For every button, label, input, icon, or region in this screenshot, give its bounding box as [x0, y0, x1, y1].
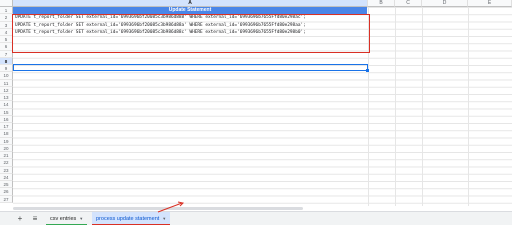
row-header[interactable]: 16 — [0, 115, 13, 123]
column-divider — [422, 7, 423, 206]
column-header-d[interactable]: D — [422, 0, 468, 7]
tab-caret-icon[interactable]: ▼ — [79, 216, 83, 221]
row-header[interactable]: 17 — [0, 123, 13, 131]
row-header[interactable]: 24 — [0, 173, 13, 181]
add-sheet-icon[interactable]: + — [14, 212, 26, 225]
column-header-a[interactable]: A — [13, 0, 368, 7]
row-header[interactable]: 12 — [0, 86, 13, 94]
sheet-grid: A B C D E 1 2 3 4 5 6 7 8 9 10 11 12 13 … — [0, 0, 512, 206]
sheet-tab-bar: + ≡ csv entries ▼ process update statemen… — [0, 211, 512, 225]
column-header-e[interactable]: E — [468, 0, 512, 7]
row-header[interactable]: 10 — [0, 72, 13, 80]
row-header[interactable]: 14 — [0, 101, 13, 109]
column-header-c[interactable]: C — [395, 0, 422, 7]
tab-label: csv entries — [50, 216, 77, 222]
all-sheets-menu-icon[interactable]: ≡ — [29, 212, 41, 225]
tab-process-update-statement[interactable]: process update statement ▼ — [92, 212, 171, 225]
fill-handle[interactable] — [366, 69, 369, 72]
row-header[interactable]: 19 — [0, 137, 13, 145]
selected-cell-range[interactable] — [13, 64, 368, 72]
tab-caret-icon[interactable]: ▼ — [162, 216, 166, 221]
row-header[interactable]: 25 — [0, 181, 13, 189]
tab-label: process update statement — [96, 216, 160, 222]
row-header[interactable]: 27 — [0, 195, 13, 203]
row-header[interactable]: 22 — [0, 159, 13, 167]
horizontal-scrollbar[interactable] — [13, 207, 303, 210]
row-header[interactable]: 26 — [0, 188, 13, 196]
row-header[interactable]: 23 — [0, 166, 13, 174]
row-header[interactable]: 21 — [0, 152, 13, 160]
column-divider — [395, 7, 396, 206]
tab-csv-entries[interactable]: csv entries ▼ — [46, 212, 88, 225]
row-header[interactable]: 11 — [0, 79, 13, 87]
row-header[interactable]: 18 — [0, 130, 13, 138]
spreadsheet: A B C D E 1 2 3 4 5 6 7 8 9 10 11 12 13 … — [0, 0, 512, 225]
select-all-corner[interactable] — [0, 0, 13, 7]
row-header[interactable]: 9 — [0, 65, 13, 73]
column-divider — [468, 7, 469, 206]
column-header-b[interactable]: B — [368, 0, 395, 7]
row-header[interactable]: 15 — [0, 108, 13, 116]
row-header-selected[interactable]: 8 — [0, 57, 13, 65]
highlight-box — [12, 14, 370, 53]
row-header[interactable]: 20 — [0, 144, 13, 152]
row-header[interactable]: 13 — [0, 94, 13, 102]
